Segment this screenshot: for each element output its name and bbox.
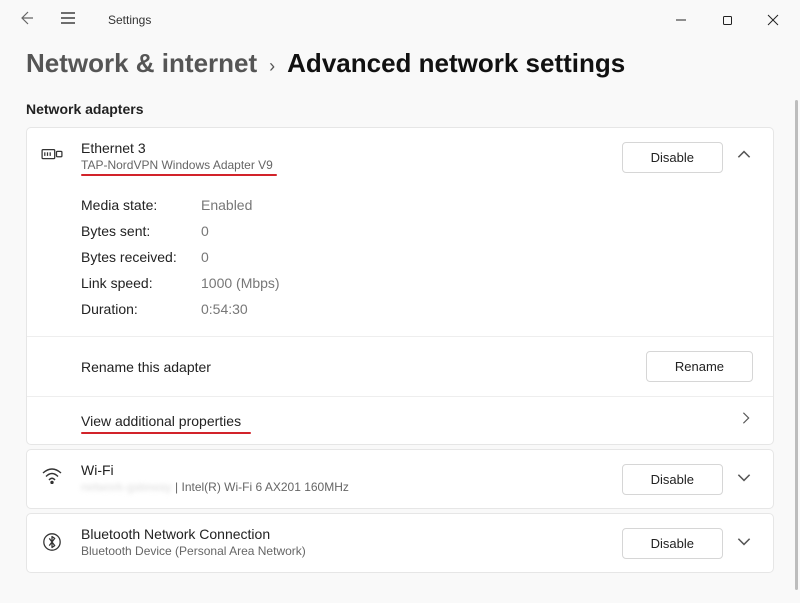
disable-button[interactable]: Disable: [622, 528, 723, 559]
adapter-header[interactable]: Ethernet 3 TAP-NordVPN Windows Adapter V…: [27, 128, 773, 186]
detail-label: Bytes sent:: [81, 223, 201, 239]
adapter-name: Wi-Fi: [81, 462, 622, 478]
menu-icon[interactable]: [60, 11, 76, 30]
view-properties-row[interactable]: View additional properties: [27, 396, 773, 444]
breadcrumb: Network & internet › Advanced network se…: [26, 48, 774, 79]
detail-label: Link speed:: [81, 275, 201, 291]
close-button[interactable]: [750, 4, 796, 36]
detail-value: Enabled: [201, 197, 252, 213]
adapter-name: Ethernet 3: [81, 140, 622, 156]
adapter-name: Bluetooth Network Connection: [81, 526, 622, 542]
wifi-icon: [41, 468, 63, 490]
adapter-card-wifi: Wi-Fi network-gateway | Intel(R) Wi-Fi 6…: [26, 449, 774, 509]
disable-button[interactable]: Disable: [622, 142, 723, 173]
chevron-down-icon[interactable]: [735, 468, 753, 491]
detail-label: Media state:: [81, 197, 201, 213]
rename-row: Rename this adapter Rename: [27, 336, 773, 396]
view-properties-label: View additional properties: [81, 413, 739, 429]
detail-value: 1000 (Mbps): [201, 275, 280, 291]
detail-value: 0:54:30: [201, 301, 248, 317]
app-title: Settings: [108, 13, 151, 27]
back-icon[interactable]: [18, 10, 34, 31]
chevron-right-icon: ›: [269, 56, 275, 77]
rename-label: Rename this adapter: [81, 359, 646, 375]
bluetooth-icon: [41, 532, 63, 554]
breadcrumb-parent[interactable]: Network & internet: [26, 48, 257, 79]
chevron-up-icon[interactable]: [735, 146, 753, 169]
detail-label: Duration:: [81, 301, 201, 317]
breadcrumb-current: Advanced network settings: [287, 48, 625, 79]
maximize-button[interactable]: [704, 4, 750, 36]
adapter-description: TAP-NordVPN Windows Adapter V9: [81, 158, 273, 172]
adapter-card-ethernet3: Ethernet 3 TAP-NordVPN Windows Adapter V…: [26, 127, 774, 445]
adapter-details: Media state:Enabled Bytes sent:0 Bytes r…: [27, 186, 773, 336]
section-title: Network adapters: [26, 101, 774, 117]
chevron-right-icon: [739, 411, 753, 430]
rename-button[interactable]: Rename: [646, 351, 753, 382]
adapter-card-bluetooth: Bluetooth Network Connection Bluetooth D…: [26, 513, 774, 573]
scrollbar[interactable]: [795, 100, 798, 590]
disable-button[interactable]: Disable: [622, 464, 723, 495]
chevron-down-icon[interactable]: [735, 532, 753, 555]
detail-label: Bytes received:: [81, 249, 201, 265]
minimize-button[interactable]: [658, 4, 704, 36]
ethernet-icon: [41, 146, 63, 168]
adapter-header[interactable]: Bluetooth Network Connection Bluetooth D…: [27, 514, 773, 572]
adapter-description: network-gateway | Intel(R) Wi-Fi 6 AX201…: [81, 480, 349, 494]
adapter-header[interactable]: Wi-Fi network-gateway | Intel(R) Wi-Fi 6…: [27, 450, 773, 508]
adapter-description: Bluetooth Device (Personal Area Network): [81, 544, 306, 558]
detail-value: 0: [201, 223, 209, 239]
detail-value: 0: [201, 249, 209, 265]
